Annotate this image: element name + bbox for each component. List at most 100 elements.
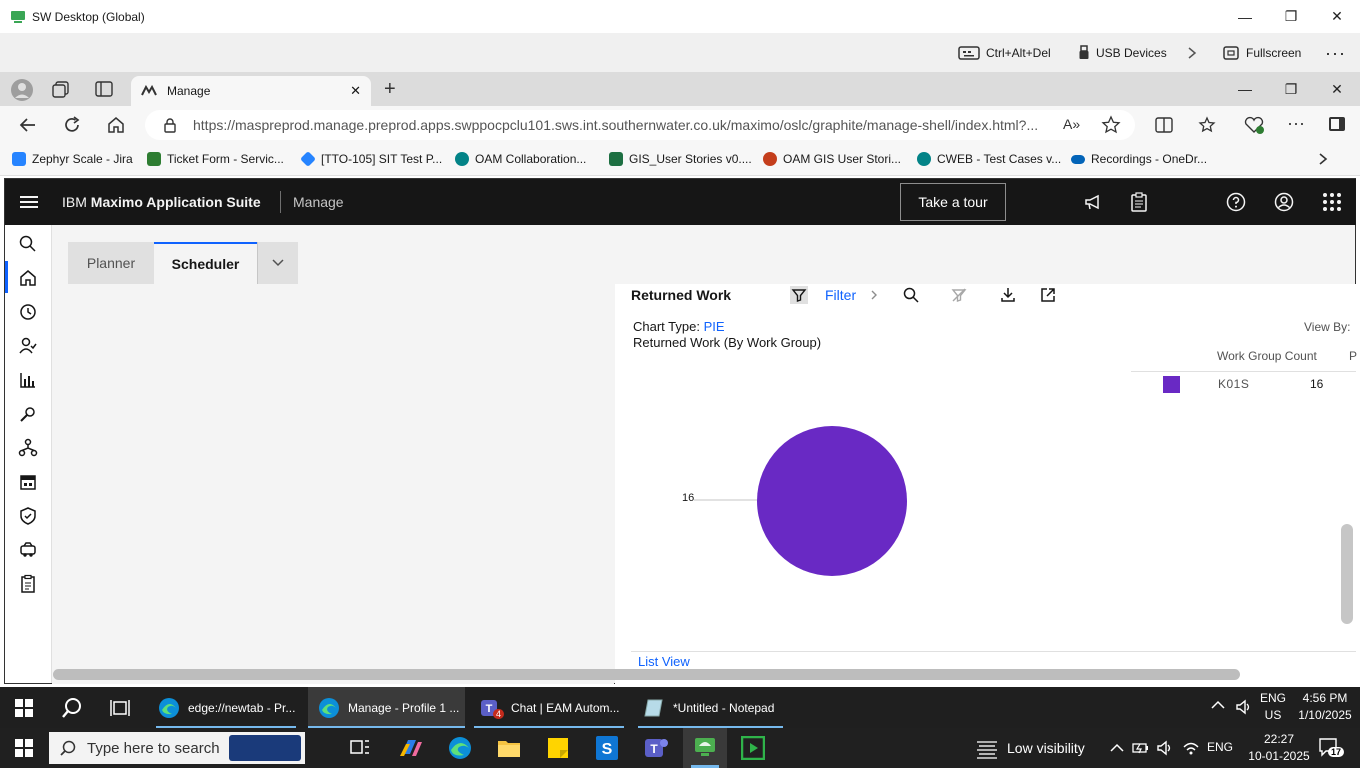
input-language[interactable]: ENG [1207, 740, 1233, 754]
filter-funnel-icon[interactable] [790, 286, 808, 304]
restore-icon[interactable]: ❐ [1268, 0, 1314, 33]
network-hierarchy-icon[interactable] [18, 438, 38, 458]
bookmark-item[interactable]: Zephyr Scale - Jira [12, 152, 133, 166]
notifications-icon[interactable]: 17 [1318, 737, 1345, 759]
card-search-icon[interactable] [902, 286, 920, 304]
pie-slice[interactable] [757, 426, 907, 576]
fullscreen-button[interactable]: Fullscreen [1222, 42, 1301, 64]
bookmarks-overflow-chevron-icon[interactable] [1318, 152, 1328, 166]
input-language-indicator[interactable]: ENG US [1256, 690, 1290, 724]
tray-chevron-up-icon[interactable] [1211, 700, 1225, 710]
profile-icon[interactable] [11, 79, 33, 101]
favorite-star-icon[interactable] [1101, 115, 1121, 135]
bookmark-item[interactable]: CWEB - Test Cases v... [917, 152, 1061, 166]
volume-icon[interactable] [1156, 739, 1174, 757]
taskbar-search-box[interactable]: Type here to search [49, 732, 305, 764]
usb-devices-button[interactable]: USB Devices [1078, 42, 1167, 64]
take-a-tour-button[interactable]: Take a tour [900, 183, 1006, 221]
download-icon[interactable] [999, 286, 1017, 304]
browser-minimize-icon[interactable]: — [1222, 72, 1268, 106]
filter-chevron-right-icon[interactable] [866, 286, 884, 304]
edge-icon[interactable] [447, 736, 473, 760]
announcement-megaphone-icon[interactable] [1083, 192, 1103, 212]
bookmark-item[interactable]: [TTO-105] SIT Test P... [300, 151, 442, 167]
browser-essentials-icon[interactable] [1243, 115, 1265, 135]
task-view-icon[interactable] [110, 699, 130, 717]
tab-planner[interactable]: Planner [68, 242, 154, 284]
volume-icon[interactable] [1235, 698, 1253, 716]
bookmark-item[interactable]: Ticket Form - Servic... [147, 152, 284, 166]
shield-check-icon[interactable] [18, 506, 38, 526]
task-view-icon[interactable] [350, 738, 370, 756]
bookmark-item[interactable]: OAM Collaboration... [455, 152, 586, 166]
clipboard-icon[interactable] [1130, 192, 1148, 212]
close-icon[interactable]: ✕ [1314, 0, 1360, 33]
weather-fog-icon[interactable] [975, 739, 999, 759]
ctrl-alt-del-button[interactable]: Ctrl+Alt+Del [958, 42, 1051, 64]
taskbar-item-edge-newtab[interactable]: edge://newtab - Pr... [148, 687, 303, 728]
local-clock[interactable]: 22:27 10-01-2025 [1247, 731, 1311, 765]
minimize-icon[interactable]: — [1222, 0, 1268, 33]
wifi-icon[interactable] [1182, 739, 1200, 757]
taskbar-item-teams-chat[interactable]: T 4 Chat | EAM Autom... [469, 687, 629, 728]
search-icon[interactable] [18, 234, 38, 254]
refresh-icon[interactable] [62, 115, 82, 135]
launch-external-icon[interactable] [1039, 286, 1057, 304]
taskbar-search-icon[interactable] [61, 697, 83, 719]
checklist-icon[interactable] [18, 574, 38, 594]
tools-wrench-icon[interactable] [18, 404, 38, 424]
weather-status[interactable]: Low visibility [1007, 740, 1085, 756]
app-switcher-icon[interactable] [1322, 192, 1342, 212]
recent-history-icon[interactable] [18, 302, 38, 322]
card-vertical-scrollbar[interactable] [1341, 524, 1353, 624]
more-options-icon[interactable]: ··· [1325, 42, 1346, 64]
settings-more-icon[interactable]: ··· [1287, 113, 1305, 134]
bookmark-item[interactable]: OAM GIS User Stori... [763, 152, 901, 166]
vehicle-icon[interactable] [18, 540, 38, 560]
chart-type-value[interactable]: PIE [704, 319, 725, 334]
tray-chevron-up-icon[interactable] [1110, 743, 1124, 753]
taskbar-item-notepad[interactable]: *Untitled - Notepad [633, 687, 788, 728]
taskbar-item-manage[interactable]: Manage - Profile 1 ... [308, 687, 465, 728]
teams-icon[interactable]: T [643, 736, 669, 760]
calendar-icon[interactable] [18, 472, 38, 492]
workspaces-icon[interactable] [52, 80, 70, 98]
list-view-link[interactable]: List View [638, 654, 690, 669]
windows-start-icon[interactable] [15, 739, 33, 757]
sharepoint-app-icon[interactable]: S [595, 735, 619, 761]
sticky-notes-icon[interactable] [546, 736, 570, 760]
bookmark-item[interactable]: Recordings - OneDr... [1071, 152, 1207, 166]
horizontal-scrollbar[interactable] [53, 669, 1240, 680]
address-bar[interactable]: https://maspreprod.manage.preprod.apps.s… [145, 110, 1135, 140]
browser-restore-icon[interactable]: ❐ [1268, 72, 1314, 106]
battery-charging-icon[interactable] [1132, 740, 1150, 756]
user-profile-icon[interactable] [1274, 192, 1294, 212]
tab-scheduler[interactable]: Scheduler [154, 242, 257, 284]
vertical-tabs-icon[interactable] [95, 80, 113, 98]
clear-filter-icon[interactable] [950, 286, 968, 304]
new-tab-icon[interactable]: + [384, 78, 396, 101]
split-screen-icon[interactable] [1154, 115, 1174, 135]
help-icon[interactable] [1226, 192, 1246, 212]
sidebar-toggle-icon[interactable] [1328, 116, 1346, 132]
tabs-overflow-chevron-down-icon[interactable] [257, 242, 298, 284]
browser-close-icon[interactable]: ✕ [1314, 72, 1360, 106]
home-nav-icon[interactable] [18, 268, 38, 288]
bookmark-item[interactable]: GIS_User Stories v0.... [609, 152, 752, 166]
chevron-right-icon[interactable] [1187, 42, 1197, 64]
copilot-icon[interactable] [398, 736, 424, 760]
reports-chart-icon[interactable] [18, 370, 38, 390]
hamburger-menu-icon[interactable] [20, 194, 38, 210]
read-aloud-icon[interactable]: A» [1063, 116, 1080, 132]
tab-close-icon[interactable]: ✕ [350, 83, 361, 99]
favorites-icon[interactable] [1198, 115, 1218, 135]
sw-desktop-taskbar-button[interactable] [683, 728, 727, 768]
media-player-icon[interactable] [741, 736, 765, 760]
people-icon[interactable] [18, 336, 38, 356]
remote-clock[interactable]: 4:56 PM 1/10/2025 [1292, 690, 1358, 724]
back-icon[interactable] [18, 115, 38, 135]
browser-tab-manage[interactable]: Manage ✕ [131, 76, 371, 106]
home-icon[interactable] [106, 115, 126, 135]
file-explorer-icon[interactable] [497, 737, 521, 759]
filter-link[interactable]: Filter [825, 287, 856, 303]
